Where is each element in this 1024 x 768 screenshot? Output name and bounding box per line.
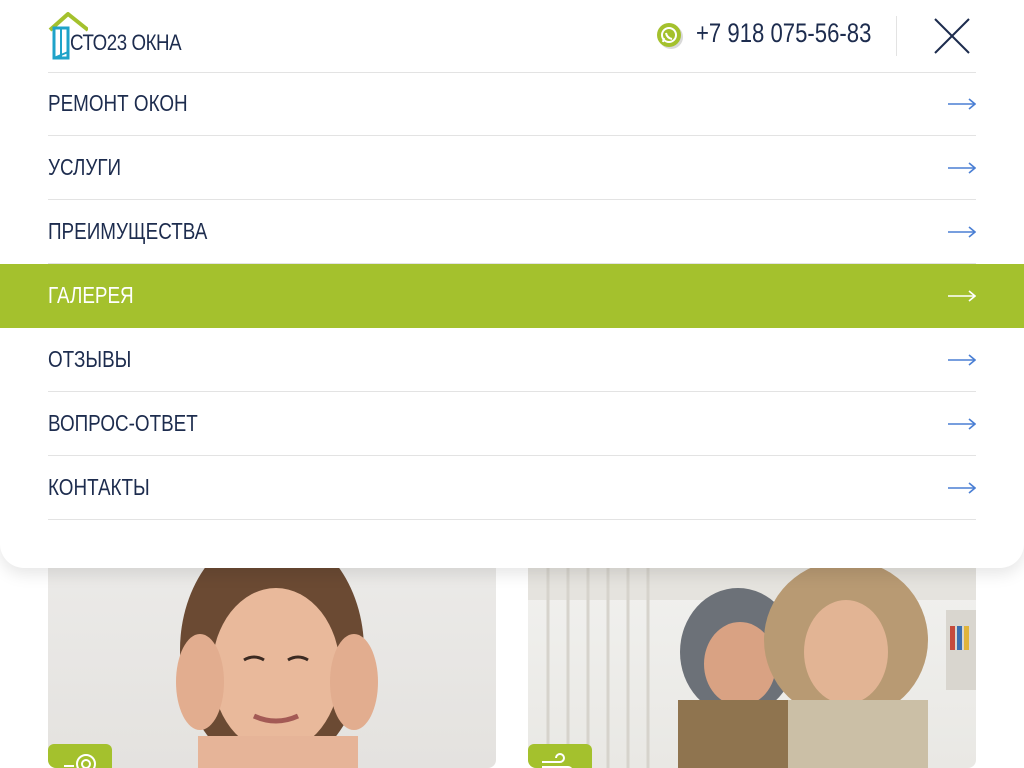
logo[interactable]: СТО23 ОКНА <box>48 12 188 60</box>
page: СТО23 ОКНА +7 918 075-56-83 РЕМОНТ ОКОН … <box>0 0 1024 768</box>
menu-item-contacts[interactable]: КОНТАКТЫ <box>0 456 1024 520</box>
cold-card-image <box>528 540 976 768</box>
menu-item-repair[interactable]: РЕМОНТ ОКОН <box>0 72 1024 136</box>
arrow-right-icon <box>948 418 976 430</box>
feature-cards <box>48 540 976 768</box>
menu-item-label: РЕМОНТ ОКОН <box>48 90 188 116</box>
arrow-right-icon <box>948 290 976 302</box>
arrow-right-icon <box>948 354 976 366</box>
arrow-right-icon <box>948 226 976 238</box>
noise-card-image <box>48 540 496 768</box>
logo-text: СТО23 ОКНА <box>70 30 182 55</box>
menu-item-label: КОНТАКТЫ <box>48 474 150 500</box>
whatsapp-icon[interactable] <box>656 22 684 50</box>
menu-item-label: ОТЗЫВЫ <box>48 346 132 372</box>
menu-item-faq[interactable]: ВОПРОС-ОТВЕТ <box>0 392 1024 456</box>
wind-icon <box>542 753 572 768</box>
menu-item-label: ПРЕИМУЩЕСТВА <box>48 218 208 244</box>
menu-item-services[interactable]: УСЛУГИ <box>0 136 1024 200</box>
sound-icon <box>64 754 96 768</box>
mobile-menu-panel: СТО23 ОКНА +7 918 075-56-83 РЕМОНТ ОКОН … <box>0 0 1024 568</box>
menu-item-gallery[interactable]: ГАЛЕРЕЯ <box>0 264 1024 328</box>
wind-badge <box>528 744 592 768</box>
menu-item-label: ВОПРОС-ОТВЕТ <box>48 410 198 436</box>
arrow-right-icon <box>948 482 976 494</box>
phone-link[interactable]: +7 918 075-56-83 <box>696 18 871 49</box>
close-menu-button[interactable] <box>932 16 972 56</box>
menu-item-label: УСЛУГИ <box>48 154 122 180</box>
arrow-right-icon <box>948 162 976 174</box>
menu-list: РЕМОНТ ОКОН УСЛУГИ ПРЕИМУЩЕСТВА ГАЛЕРЕЯ … <box>0 72 1024 520</box>
header-divider <box>896 16 897 56</box>
menu-item-label: ГАЛЕРЕЯ <box>48 282 134 308</box>
sound-badge <box>48 744 112 768</box>
menu-item-reviews[interactable]: ОТЗЫВЫ <box>0 328 1024 392</box>
arrow-right-icon <box>948 98 976 110</box>
close-icon <box>934 18 970 54</box>
menu-header: СТО23 ОКНА +7 918 075-56-83 <box>48 0 976 73</box>
menu-item-advantages[interactable]: ПРЕИМУЩЕСТВА <box>0 200 1024 264</box>
